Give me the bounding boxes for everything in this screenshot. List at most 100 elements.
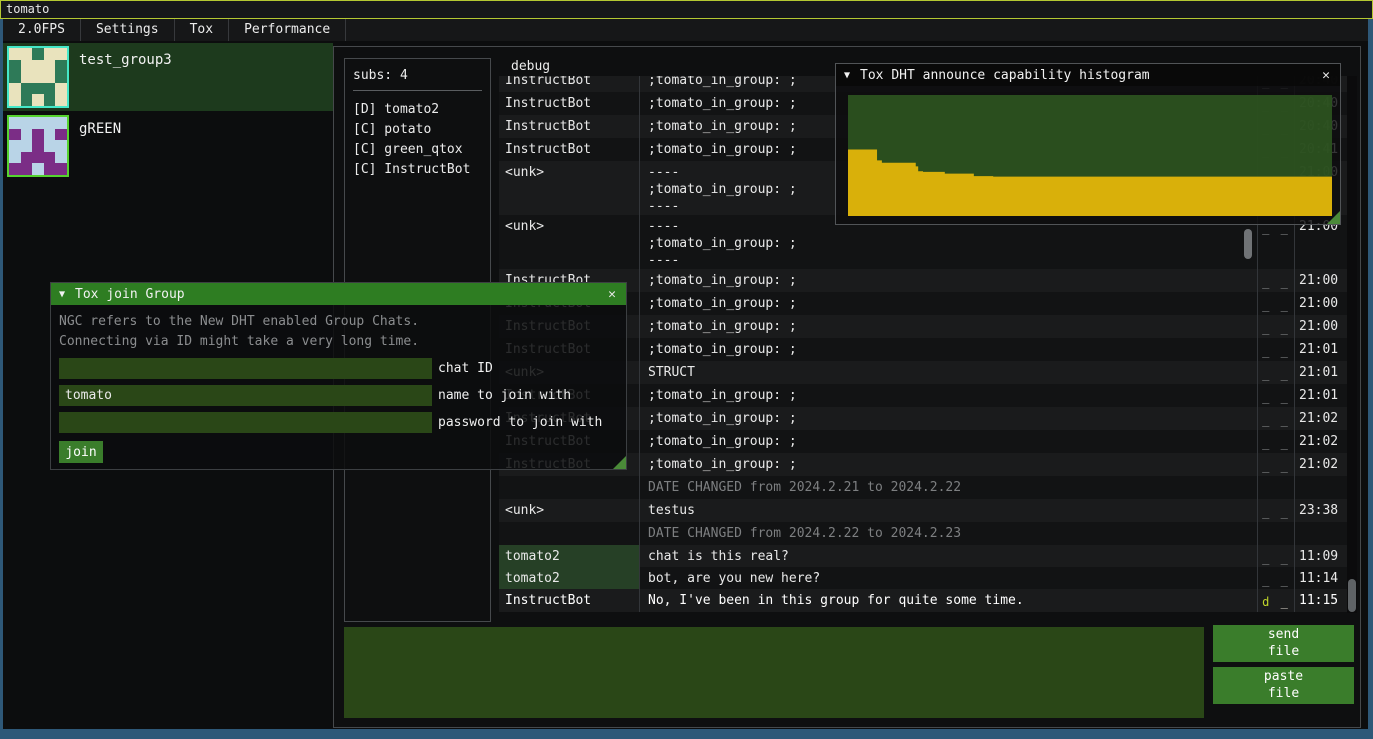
app-root: tomato 2.0FPSSettingsToxPerformance test… xyxy=(0,0,1373,739)
message-status: _ _ xyxy=(1257,567,1294,589)
message-status: _ _ xyxy=(1257,269,1294,292)
menubar: 2.0FPSSettingsToxPerformance xyxy=(3,19,1368,41)
avatar-pixel xyxy=(55,163,67,175)
avatar-pixel xyxy=(9,71,21,83)
message-sender: InstructBot xyxy=(499,76,639,92)
message-status: _ _ xyxy=(1257,453,1294,476)
name-to-join-with-input[interactable] xyxy=(59,385,432,406)
resize-grip[interactable] xyxy=(1327,211,1340,224)
collapse-arrow-icon[interactable]: ▼ xyxy=(844,70,850,81)
menu-item-tox[interactable]: Tox xyxy=(175,19,229,41)
message-text: ;tomato_in_group: ; xyxy=(639,407,1257,430)
join-group-window: ▼ Tox join Group ✕ NGC refers to the New… xyxy=(50,282,627,470)
histogram-window-titlebar[interactable]: ▼ Tox DHT announce capability histogram … xyxy=(836,64,1340,86)
message-sender: tomato2 xyxy=(499,545,639,567)
join-group-window-title: Tox join Group xyxy=(75,287,606,302)
message-input[interactable] xyxy=(344,627,1204,718)
avatar-pixel xyxy=(32,48,44,60)
sidebar-item-test_group3[interactable]: test_group3 xyxy=(3,43,333,111)
chat-scrollbar-track[interactable] xyxy=(1347,76,1357,613)
message-timestamp: 23:38 xyxy=(1294,499,1347,522)
message-sender xyxy=(499,522,639,545)
group-avatar xyxy=(7,115,69,177)
table-row[interactable]: DATE CHANGED from 2024.2.22 to 2024.2.23 xyxy=(499,522,1347,545)
join-field-row: password to join with xyxy=(59,412,618,433)
join-button[interactable]: join xyxy=(59,441,103,463)
message-sender: InstructBot xyxy=(499,115,639,138)
chat-scrollbar-thumb[interactable] xyxy=(1348,579,1356,612)
avatar-pixel xyxy=(21,60,33,72)
avatar-pixel xyxy=(32,140,44,152)
menu-item-2-0fps[interactable]: 2.0FPS xyxy=(3,19,81,41)
group-name-label: test_group3 xyxy=(79,52,172,108)
table-row[interactable]: DATE CHANGED from 2024.2.21 to 2024.2.22 xyxy=(499,476,1347,499)
message-timestamp: 11:14 xyxy=(1294,567,1347,589)
avatar-pixel xyxy=(21,83,33,95)
avatar-pixel xyxy=(55,117,67,129)
avatar-pixel xyxy=(55,83,67,95)
join-fields: chat ID name to join with password to join… xyxy=(51,358,626,433)
avatar-pixel xyxy=(9,152,21,164)
avatar-pixel xyxy=(21,117,33,129)
message-text: ;tomato_in_group: ; xyxy=(639,269,1257,292)
message-text: ;tomato_in_group: ; xyxy=(639,384,1257,407)
window-frame-bottom xyxy=(0,729,1373,739)
avatar-pixel xyxy=(44,152,56,164)
member-list-item: [C] green_qtox xyxy=(353,140,482,160)
message-sender xyxy=(499,476,639,499)
tab-debug[interactable]: debug xyxy=(511,59,550,74)
message-timestamp: 21:01 xyxy=(1294,338,1347,361)
subs-count: subs: 4 xyxy=(353,68,482,91)
inner-scrollbar-thumb[interactable] xyxy=(1244,229,1252,259)
chat-ID-input[interactable] xyxy=(59,358,432,379)
avatar-pixel xyxy=(44,117,56,129)
message-status: _ _ xyxy=(1257,545,1294,567)
window-title: tomato xyxy=(6,2,49,16)
os-titlebar[interactable]: tomato xyxy=(0,0,1373,19)
avatar-pixel xyxy=(21,152,33,164)
histogram-window: ▼ Tox DHT announce capability histogram … xyxy=(835,63,1341,225)
join-note-line2: Connecting via ID might take a very long… xyxy=(59,332,618,352)
message-text: testus xyxy=(639,499,1257,522)
message-status: _ _ xyxy=(1257,407,1294,430)
send-file-button[interactable]: send file xyxy=(1213,625,1354,662)
paste-file-button[interactable]: paste file xyxy=(1213,667,1354,704)
menu-item-settings[interactable]: Settings xyxy=(81,19,175,41)
member-list-item: [C] InstructBot xyxy=(353,160,482,180)
histogram-plot xyxy=(848,95,1332,216)
message-timestamp: 11:09 xyxy=(1294,545,1347,567)
avatar-pixel xyxy=(21,94,33,106)
avatar-pixel xyxy=(9,140,21,152)
collapse-arrow-icon[interactable]: ▼ xyxy=(59,289,65,300)
resize-grip[interactable] xyxy=(613,456,626,469)
join-field-label: name to join with xyxy=(438,385,571,406)
message-timestamp: 21:00 xyxy=(1294,315,1347,338)
join-field-label: chat ID xyxy=(438,358,493,379)
close-icon[interactable]: ✕ xyxy=(606,287,618,302)
message-status: _ _ xyxy=(1257,315,1294,338)
avatar-pixel xyxy=(44,94,56,106)
avatar-pixel xyxy=(44,71,56,83)
avatar-pixel xyxy=(55,129,67,141)
avatar-pixel xyxy=(21,140,33,152)
histogram-window-title: Tox DHT announce capability histogram xyxy=(860,68,1320,83)
join-group-window-titlebar[interactable]: ▼ Tox join Group ✕ xyxy=(51,283,626,305)
avatar-pixel xyxy=(44,163,56,175)
table-row[interactable]: <unk>testus_ _23:38 xyxy=(499,499,1347,522)
avatar-pixel xyxy=(55,48,67,60)
avatar-pixel xyxy=(55,152,67,164)
avatar-pixel xyxy=(44,60,56,72)
avatar-pixel xyxy=(44,129,56,141)
menu-item-performance[interactable]: Performance xyxy=(229,19,346,41)
message-text: STRUCT xyxy=(639,361,1257,384)
table-row[interactable]: tomato2chat is this real?_ _11:09 xyxy=(499,545,1347,567)
password-to-join-with-input[interactable] xyxy=(59,412,432,433)
message-text: No, I've been in this group for quite so… xyxy=(639,589,1257,612)
message-sender: InstructBot xyxy=(499,589,639,612)
sidebar-item-gREEN[interactable]: gREEN xyxy=(3,112,333,180)
message-timestamp: 21:01 xyxy=(1294,361,1347,384)
close-icon[interactable]: ✕ xyxy=(1320,68,1332,83)
table-row[interactable]: tomato2bot, are you new here?_ _11:14 xyxy=(499,567,1347,589)
table-row[interactable]: InstructBotNo, I've been in this group f… xyxy=(499,589,1347,612)
message-timestamp: 21:00 xyxy=(1294,292,1347,315)
